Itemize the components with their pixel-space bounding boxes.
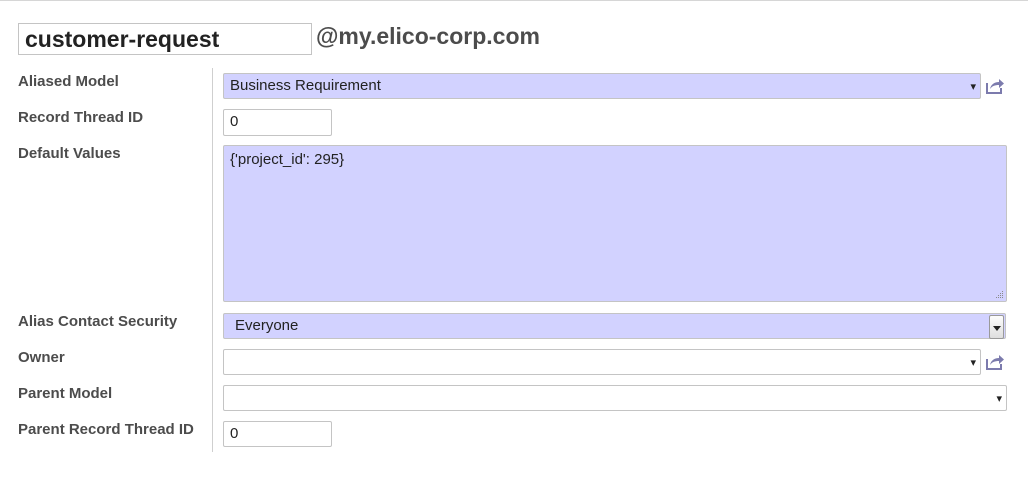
alias-contact-security-value: Everyone [235,317,299,334]
alias-contact-security-label: Alias Contact Security [18,313,178,330]
parent-record-thread-id-input[interactable]: 0 [223,421,332,447]
parent-model-label: Parent Model [18,385,113,402]
owner-label: Owner [18,349,65,366]
parent-record-thread-id-label: Parent Record Thread ID [18,421,194,438]
external-link-icon[interactable] [985,77,1005,95]
default-values-label: Default Values [18,145,121,162]
external-link-icon[interactable] [985,353,1005,371]
owner-select[interactable]: ▾ [223,349,981,375]
alias-contact-security-select[interactable]: Everyone [223,313,1006,339]
default-values-textarea[interactable]: {'project_id': 295} [223,145,1007,302]
resize-grip-icon[interactable] [994,289,1004,299]
chevron-down-icon [993,326,1001,331]
chevron-down-icon: ▾ [970,357,976,369]
alias-name-input[interactable]: customer-request [18,23,312,55]
aliased-model-value: Business Requirement [230,77,381,94]
aliased-model-select[interactable]: Business Requirement ▾ [223,73,981,99]
default-values-text: {'project_id': 295} [230,151,345,168]
record-thread-id-label: Record Thread ID [18,109,144,126]
dropdown-button[interactable] [989,315,1004,339]
alias-domain-label: @my.elico-corp.com [316,23,540,49]
parent-model-select[interactable]: ▾ [223,385,1007,411]
label-column-divider [212,68,213,452]
chevron-down-icon: ▾ [970,81,976,93]
record-thread-id-input[interactable]: 0 [223,109,332,136]
top-divider [0,0,1028,1]
chevron-down-icon: ▾ [996,393,1002,405]
aliased-model-label: Aliased Model [18,73,119,90]
